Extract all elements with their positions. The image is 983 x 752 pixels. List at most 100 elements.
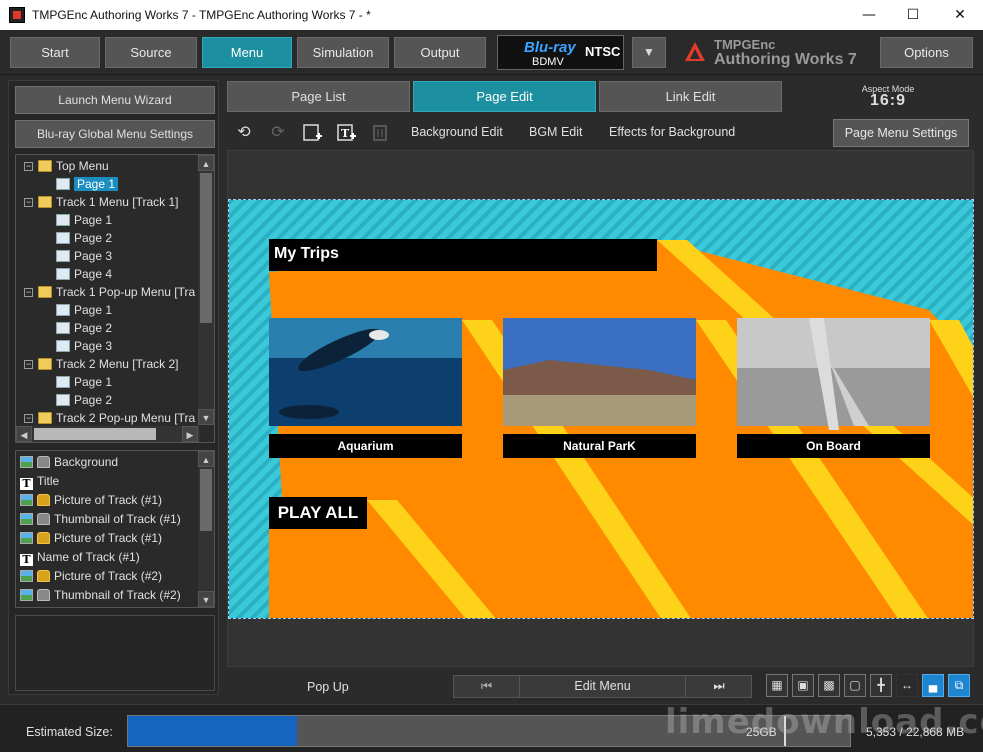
format-dropdown-button[interactable]: ▼ [632, 37, 666, 68]
tree-item-label: Page 2 [74, 321, 113, 335]
tree-page-item[interactable]: Page 4 [56, 266, 112, 283]
canvas-area[interactable]: My Trips Aquarium Natural ParK On Board … [227, 150, 974, 667]
tree-page-item[interactable]: Page 1 [56, 212, 112, 229]
collapse-icon[interactable]: − [24, 162, 33, 171]
edit-menu-button[interactable]: Edit Menu [520, 676, 686, 697]
launch-menu-wizard-button[interactable]: Launch Menu Wizard [15, 86, 215, 114]
lock-icon[interactable] [37, 570, 50, 582]
undo-icon[interactable]: ⟲ [235, 124, 253, 142]
caption-aquarium[interactable]: Aquarium [269, 434, 462, 458]
image-layer-icon [20, 456, 33, 468]
tree-folder-item[interactable]: Track 2 Menu [Track 2] [38, 356, 178, 373]
caption-natural-park[interactable]: Natural ParK [503, 434, 696, 458]
collapse-icon[interactable]: − [24, 288, 33, 297]
tv-frame-icon[interactable]: ▩ [818, 674, 840, 697]
tree-page-item[interactable]: Page 2 [56, 392, 112, 409]
redo-icon[interactable]: ⟳ [269, 124, 287, 142]
layer-item[interactable]: Thumbnail of Track (#1) [20, 510, 181, 529]
collapse-icon[interactable]: − [24, 198, 33, 207]
menu-title-box[interactable]: My Trips [269, 239, 657, 271]
collapse-icon[interactable]: − [24, 414, 33, 423]
layer-item[interactable]: Picture of Track (#1) [20, 491, 162, 510]
layer-view-icon[interactable]: ▄ [922, 674, 944, 697]
output-button[interactable]: Output [394, 37, 486, 68]
simulation-button[interactable]: Simulation [297, 37, 389, 68]
scroll-thumb[interactable] [200, 469, 212, 531]
layer-vertical-scrollbar[interactable]: ▲ ▼ [198, 451, 214, 607]
tree-page-item[interactable]: Page 1 [56, 374, 112, 391]
menu-button[interactable]: Menu [202, 37, 292, 68]
tree-horizontal-scrollbar[interactable]: ◀ ▶ [16, 426, 200, 442]
center-guide-icon[interactable]: ╋ [870, 674, 892, 697]
lock-icon[interactable] [37, 532, 50, 544]
lock-icon[interactable] [37, 513, 50, 525]
layer-item[interactable]: Picture of Track (#1) [20, 529, 162, 548]
scroll-right-icon[interactable]: ▶ [182, 426, 198, 442]
safe-area-icon[interactable]: ▣ [792, 674, 814, 697]
tree-folder-item[interactable]: Track 2 Pop-up Menu [Tra [38, 410, 195, 427]
tree-page-item[interactable]: Page 3 [56, 248, 112, 265]
tree-folder-item[interactable]: Top Menu [38, 158, 109, 175]
scroll-down-icon[interactable]: ▼ [198, 409, 214, 425]
layer-item[interactable]: Background [20, 453, 118, 472]
folder-icon [38, 358, 52, 370]
maximize-button[interactable]: ☐ [890, 0, 936, 30]
scroll-up-icon[interactable]: ▲ [198, 451, 214, 467]
skip-back-icon[interactable]: ⏮ [454, 676, 520, 697]
thumbnail-aquarium-image [269, 318, 462, 426]
collapse-icon[interactable]: − [24, 360, 33, 369]
tree-folder-item[interactable]: Track 1 Pop-up Menu [Tra [38, 284, 195, 301]
lock-icon[interactable] [37, 456, 50, 468]
grid-icon[interactable]: ▦ [766, 674, 788, 697]
tab-link-edit[interactable]: Link Edit [599, 81, 782, 112]
aspect-mode[interactable]: Aspect Mode 16:9 [853, 84, 923, 109]
scroll-down-icon[interactable]: ▼ [198, 591, 214, 607]
aspect-mode-value: 16:9 [869, 92, 907, 109]
add-image-icon[interactable] [303, 124, 322, 142]
tree-page-item[interactable]: Page 1 [56, 176, 119, 193]
tree-page-item[interactable]: Page 3 [56, 338, 112, 355]
bgm-edit-button[interactable]: BGM Edit [529, 125, 583, 139]
caption-on-board[interactable]: On Board [737, 434, 930, 458]
bluray-global-menu-settings-button[interactable]: Blu-ray Global Menu Settings [15, 120, 215, 148]
lock-icon[interactable] [37, 589, 50, 601]
layer-item[interactable]: Thumbnail of Track (#2) [20, 586, 181, 605]
layer-list[interactable]: Background T Title Picture of Track (#1) Thu… [15, 450, 215, 608]
scroll-thumb-h[interactable] [34, 428, 156, 440]
lock-icon[interactable] [37, 494, 50, 506]
options-button[interactable]: Options [880, 37, 973, 68]
tree-vertical-scrollbar[interactable]: ▲ ▼ [198, 155, 214, 425]
layer-item[interactable]: T Title [20, 472, 59, 491]
tree-item-label: Track 1 Menu [Track 1] [56, 195, 179, 209]
close-button[interactable]: ✕ [937, 0, 983, 30]
tree-page-item[interactable]: Page 1 [56, 302, 112, 319]
skip-forward-icon[interactable]: ⏭ [686, 676, 752, 697]
play-all-button[interactable]: PLAY ALL [269, 497, 367, 529]
effects-background-button[interactable]: Effects for Background [609, 125, 735, 139]
menu-tree[interactable]: Top Menu − Page 1 Track 1 Menu [Track 1] − Pa… [15, 154, 215, 443]
add-text-icon[interactable]: T [337, 124, 356, 142]
tree-folder-item[interactable]: Track 1 Menu [Track 1] [38, 194, 178, 211]
menu-preview-canvas[interactable]: My Trips Aquarium Natural ParK On Board … [228, 199, 974, 619]
scroll-left-icon[interactable]: ◀ [16, 426, 32, 442]
folder-icon [38, 286, 52, 298]
multi-page-icon[interactable]: ⧉ [948, 674, 970, 697]
scroll-thumb[interactable] [200, 173, 212, 323]
tab-page-list[interactable]: Page List [227, 81, 410, 112]
layer-item-label: Background [54, 455, 119, 469]
page-menu-settings-button[interactable]: Page Menu Settings [833, 119, 969, 147]
start-button[interactable]: Start [10, 37, 100, 68]
layer-item[interactable]: T Name of Track (#1) [20, 548, 140, 567]
popup-label[interactable]: Pop Up [307, 680, 349, 694]
background-edit-button[interactable]: Background Edit [411, 125, 503, 139]
select-frame-icon[interactable]: ▢ [844, 674, 866, 697]
scroll-up-icon[interactable]: ▲ [198, 155, 214, 171]
tab-page-edit[interactable]: Page Edit [413, 81, 596, 112]
source-button[interactable]: Source [105, 37, 197, 68]
layer-item[interactable]: Picture of Track (#2) [20, 567, 162, 586]
tree-page-item[interactable]: Page 2 [56, 230, 112, 247]
fit-width-icon[interactable]: ↔ [896, 674, 918, 697]
delete-icon[interactable] [371, 124, 389, 142]
minimize-button[interactable]: — [846, 0, 892, 30]
tree-page-item[interactable]: Page 2 [56, 320, 112, 337]
